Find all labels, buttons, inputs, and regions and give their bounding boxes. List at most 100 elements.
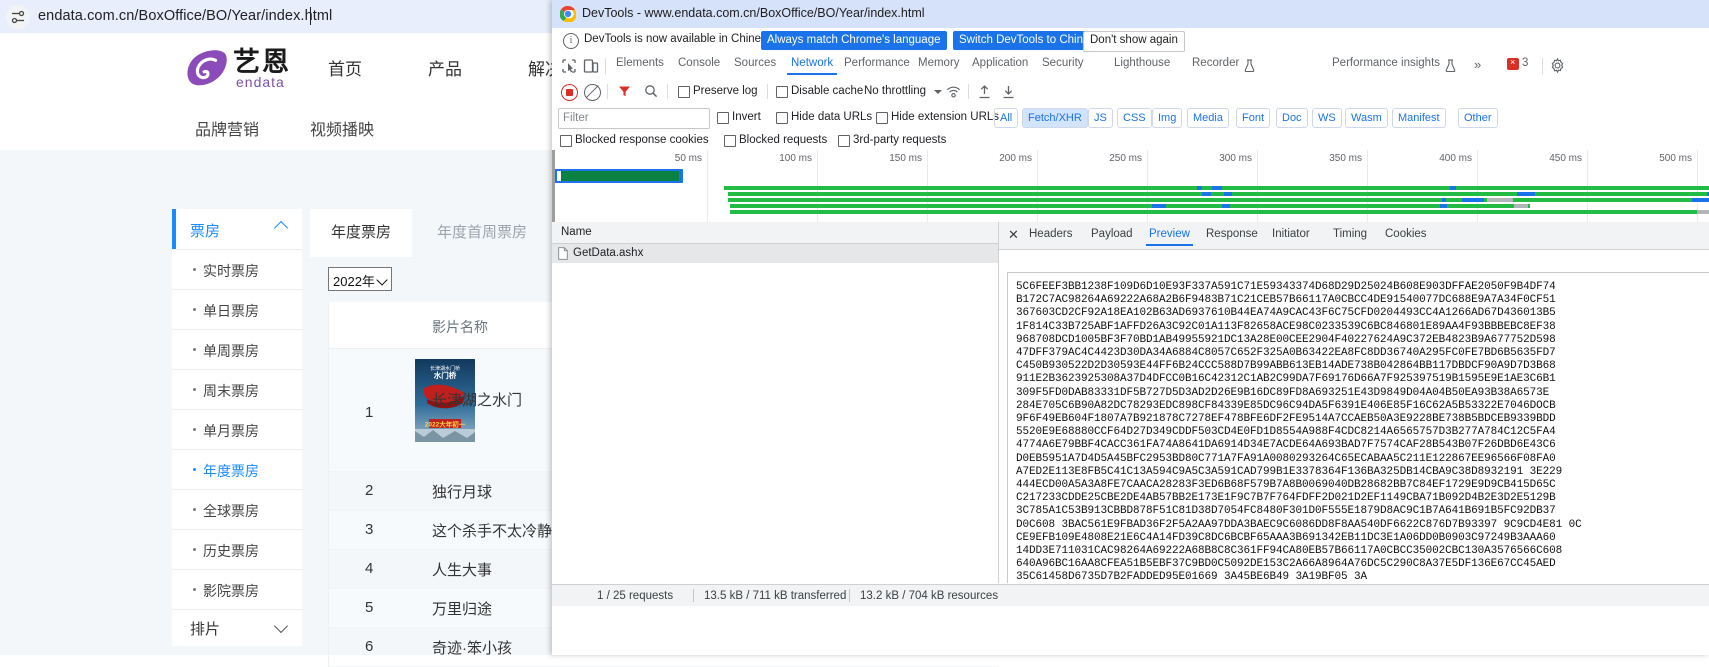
subnav-item-video[interactable]: 视频播映	[310, 116, 374, 140]
filter-type-css[interactable]: CSS	[1117, 108, 1152, 128]
sidebar-item-cinema[interactable]: 影院票房	[172, 570, 302, 610]
sidebar-item-daily[interactable]: 单日票房	[172, 290, 302, 330]
sidebar-item-realtime[interactable]: 实时票房	[172, 250, 302, 290]
site-logo[interactable]: 艺恩 endata	[186, 47, 311, 90]
devtools-title-bar[interactable]: DevTools - www.endata.com.cn/BoxOffice/B…	[552, 0, 1709, 28]
close-detail-icon[interactable]: ✕	[1008, 227, 1019, 243]
detail-tab-headers[interactable]: Headers	[1029, 228, 1072, 240]
tab-memory[interactable]: Memory	[918, 57, 960, 69]
chevron-down-icon[interactable]	[934, 90, 942, 94]
sidebar-item-yearly[interactable]: 年度票房	[172, 450, 302, 490]
subnav-item-brand-marketing[interactable]: 品牌营销	[195, 116, 259, 140]
tab-application[interactable]: Application	[972, 57, 1028, 69]
filter-type-wasm[interactable]: Wasm	[1345, 108, 1388, 128]
overview-tick: 350 ms	[1329, 153, 1362, 164]
export-har-icon[interactable]	[1002, 85, 1015, 99]
site-settings-icon[interactable]	[6, 5, 30, 29]
svg-text:水门桥: 水门桥	[434, 370, 457, 380]
filter-type-doc[interactable]: Doc	[1276, 108, 1308, 128]
throttling-select[interactable]: No throttling	[864, 85, 926, 97]
sidebar-group-schedule[interactable]: 排片	[172, 610, 302, 646]
sidebar-group-boxoffice[interactable]: 票房	[172, 209, 302, 250]
sidebar-item-weekly[interactable]: 单周票房	[172, 330, 302, 370]
detail-tab-preview[interactable]: Preview	[1146, 228, 1193, 246]
record-button[interactable]	[561, 84, 578, 101]
inspect-element-icon[interactable]	[560, 57, 578, 75]
blocked-response-cookies-checkbox[interactable]	[560, 135, 572, 147]
detail-tab-payload[interactable]: Payload	[1091, 228, 1133, 240]
sidebar-item-monthly[interactable]: 单月票房	[172, 410, 302, 450]
clear-button[interactable]	[584, 84, 601, 101]
network-overview-waterfall[interactable]: 50 ms 100 ms 150 ms 200 ms 250 ms 300 ms…	[552, 150, 1709, 223]
row-rank: 4	[365, 560, 374, 577]
logo-text-latin: endata	[236, 74, 285, 90]
devtools-language-infobar: i DevTools is now available in Chinese! …	[552, 28, 1709, 54]
invert-checkbox[interactable]	[717, 112, 729, 124]
third-party-requests-checkbox[interactable]	[838, 135, 850, 147]
disable-cache-checkbox[interactable]	[776, 86, 788, 98]
status-bar-filler	[552, 606, 1709, 655]
filter-type-fetch-xhr[interactable]: Fetch/XHR	[1022, 108, 1088, 128]
tab-elements[interactable]: Elements	[616, 57, 664, 69]
tab-yearly-first-week-boxoffice[interactable]: 年度首周票房	[412, 209, 552, 257]
filter-type-all[interactable]: All	[994, 108, 1019, 128]
hide-data-urls-checkbox[interactable]	[776, 112, 788, 124]
dont-show-again-button[interactable]: Don't show again	[1083, 31, 1185, 52]
sidebar-group-label: 票房	[190, 223, 221, 240]
preserve-log-checkbox[interactable]	[678, 86, 690, 98]
wifi-settings-icon[interactable]	[946, 84, 961, 99]
chevron-up-icon[interactable]	[273, 220, 289, 236]
hide-extension-urls-checkbox[interactable]	[876, 112, 888, 124]
blocked-requests-checkbox[interactable]	[724, 135, 736, 147]
gear-icon[interactable]	[1550, 58, 1565, 73]
import-har-icon[interactable]	[978, 85, 991, 99]
nav-item-home[interactable]: 首页	[328, 55, 362, 80]
device-toolbar-icon[interactable]	[582, 57, 600, 75]
tab-security[interactable]: Security	[1042, 57, 1084, 69]
chevron-down-icon[interactable]	[273, 618, 289, 634]
tab-performance-insights[interactable]: Performance insights	[1332, 57, 1440, 69]
tab-lighthouse[interactable]: Lighthouse	[1114, 57, 1170, 69]
detail-tab-response[interactable]: Response	[1206, 228, 1258, 240]
year-select[interactable]: 2022年	[328, 267, 392, 291]
search-icon[interactable]	[644, 84, 658, 98]
detail-tab-cookies[interactable]: Cookies	[1385, 228, 1427, 240]
tabs-overflow-icon[interactable]: »	[1474, 57, 1481, 72]
detail-tab-initiator[interactable]: Initiator	[1272, 228, 1310, 240]
logo-text-cn: 艺恩	[233, 47, 291, 77]
sidebar-item-history[interactable]: 历史票房	[172, 530, 302, 570]
request-row-getdata[interactable]: GetData.ashx	[552, 244, 998, 263]
nav-item-products[interactable]: 产品	[428, 55, 462, 80]
overview-tick: 500 ms	[1659, 153, 1692, 164]
toolbar-divider	[667, 84, 668, 99]
sidebar-menu: 票房 实时票房 单日票房 单周票房 周末票房 单月票房 年度票房 全球票房 历史…	[172, 209, 302, 646]
overview-selection-band[interactable]	[555, 169, 683, 183]
filter-funnel-icon[interactable]	[618, 85, 631, 98]
filter-type-media[interactable]: Media	[1187, 108, 1229, 128]
tab-console[interactable]: Console	[678, 57, 720, 69]
detail-tab-timing[interactable]: Timing	[1333, 228, 1367, 240]
sidebar-item-weekend[interactable]: 周末票房	[172, 370, 302, 410]
bullet-icon	[193, 348, 196, 351]
tab-performance[interactable]: Performance	[844, 57, 910, 69]
always-match-language-button[interactable]: Always match Chrome's language	[761, 31, 947, 50]
filter-type-ws[interactable]: WS	[1312, 108, 1342, 128]
request-list-header[interactable]: Name	[552, 222, 998, 244]
filter-type-img[interactable]: Img	[1152, 108, 1183, 128]
filter-input[interactable]: Filter	[558, 108, 710, 129]
row-rank: 1	[365, 404, 374, 421]
filter-type-manifest[interactable]: Manifest	[1392, 108, 1446, 128]
filter-type-other[interactable]: Other	[1458, 108, 1498, 128]
filter-type-font[interactable]: Font	[1236, 108, 1271, 128]
blocked-response-cookies-label: Blocked response cookies	[575, 134, 709, 146]
preview-pane[interactable]: 5C6FEEF3BB1238F109D6D10E93F337A591C71E59…	[999, 250, 1709, 583]
tab-yearly-boxoffice[interactable]: 年度票房	[310, 209, 412, 257]
preview-hex-text: 5C6FEEF3BB1238F109D6D10E93F337A591C71E59…	[1016, 281, 1582, 583]
filter-type-js[interactable]: JS	[1088, 108, 1113, 128]
request-list-panel[interactable]: Name GetData.ashx	[552, 222, 999, 583]
tab-recorder[interactable]: Recorder	[1192, 57, 1239, 69]
sidebar-item-global[interactable]: 全球票房	[172, 490, 302, 530]
tab-network[interactable]: Network	[786, 57, 838, 75]
tab-sources[interactable]: Sources	[734, 57, 776, 69]
omnibox-url-text[interactable]: endata.com.cn/BoxOffice/BO/Year/index.ht…	[38, 8, 332, 24]
